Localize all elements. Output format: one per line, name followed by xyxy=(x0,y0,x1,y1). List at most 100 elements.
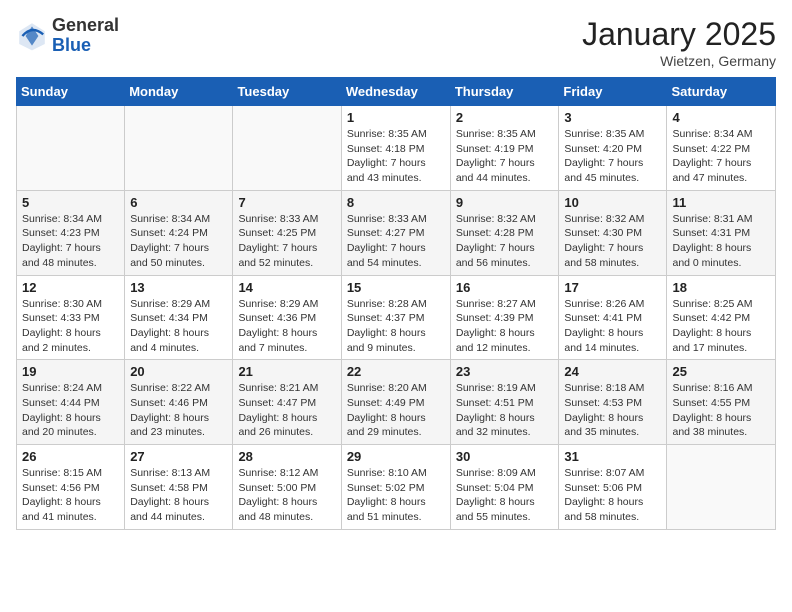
calendar-week-5: 26Sunrise: 8:15 AM Sunset: 4:56 PM Dayli… xyxy=(17,445,776,530)
calendar-cell xyxy=(233,106,341,191)
calendar-week-4: 19 Sunrise: 8:24 AM Sunset: 4:44 PM Dayli… xyxy=(17,360,776,445)
day-number: 4 xyxy=(672,110,770,125)
day-info: Sunrise: 8:20 AM Sunset: 4:49 PM Dayligh… xyxy=(347,381,445,440)
day-info: Sunrise: 8:21 AM Sunset: 4:47 PM Dayligh… xyxy=(238,381,335,440)
day-number: 30 xyxy=(456,449,554,464)
calendar-cell: 24 Sunrise: 8:18 AM Sunset: 4:53 PM Dayli… xyxy=(559,360,667,445)
day-info: Sunrise: 8:16 AM Sunset: 4:55 PM Dayligh… xyxy=(672,381,770,440)
day-number: 21 xyxy=(238,364,335,379)
day-header-monday: Monday xyxy=(125,78,233,106)
day-number: 22 xyxy=(347,364,445,379)
calendar-cell: 14Sunrise: 8:29 AM Sunset: 4:36 PM Dayli… xyxy=(233,275,341,360)
day-number: 27 xyxy=(130,449,227,464)
calendar-cell: 9 Sunrise: 8:32 AM Sunset: 4:28 PM Daylig… xyxy=(450,190,559,275)
day-info: Sunrise: 8:32 AM Sunset: 4:28 PM Dayligh… xyxy=(456,212,554,271)
day-info: Sunrise: 8:34 AM Sunset: 4:24 PM Dayligh… xyxy=(130,212,227,271)
calendar-cell: 25 Sunrise: 8:16 AM Sunset: 4:55 PM Dayli… xyxy=(667,360,776,445)
day-info: Sunrise: 8:28 AM Sunset: 4:37 PM Dayligh… xyxy=(347,297,445,356)
day-info: Sunrise: 8:09 AM Sunset: 5:04 PM Dayligh… xyxy=(456,466,554,525)
calendar-cell: 22 Sunrise: 8:20 AM Sunset: 4:49 PM Dayli… xyxy=(341,360,450,445)
calendar-cell: 18 Sunrise: 8:25 AM Sunset: 4:42 PM Dayli… xyxy=(667,275,776,360)
day-info: Sunrise: 8:35 AM Sunset: 4:20 PM Dayligh… xyxy=(564,127,661,186)
day-info: Sunrise: 8:34 AM Sunset: 4:22 PM Dayligh… xyxy=(672,127,770,186)
calendar-cell: 2 Sunrise: 8:35 AM Sunset: 4:19 PM Daylig… xyxy=(450,106,559,191)
day-number: 10 xyxy=(564,195,661,210)
day-number: 29 xyxy=(347,449,445,464)
day-number: 23 xyxy=(456,364,554,379)
day-info: Sunrise: 8:18 AM Sunset: 4:53 PM Dayligh… xyxy=(564,381,661,440)
calendar-cell: 21 Sunrise: 8:21 AM Sunset: 4:47 PM Dayli… xyxy=(233,360,341,445)
day-info: Sunrise: 8:34 AM Sunset: 4:23 PM Dayligh… xyxy=(22,212,119,271)
day-number: 15 xyxy=(347,280,445,295)
logo-blue: Blue xyxy=(52,35,91,55)
month-title: January 2025 xyxy=(582,16,776,53)
day-number: 25 xyxy=(672,364,770,379)
day-header-wednesday: Wednesday xyxy=(341,78,450,106)
calendar-cell: 5 Sunrise: 8:34 AM Sunset: 4:23 PM Daylig… xyxy=(17,190,125,275)
day-number: 19 xyxy=(22,364,119,379)
calendar-cell: 12 Sunrise: 8:30 AM Sunset: 4:33 PM Dayli… xyxy=(17,275,125,360)
day-number: 31 xyxy=(564,449,661,464)
calendar-week-2: 5 Sunrise: 8:34 AM Sunset: 4:23 PM Daylig… xyxy=(17,190,776,275)
day-header-tuesday: Tuesday xyxy=(233,78,341,106)
day-info: Sunrise: 8:13 AM Sunset: 4:58 PM Dayligh… xyxy=(130,466,227,525)
calendar-cell: 15 Sunrise: 8:28 AM Sunset: 4:37 PM Dayli… xyxy=(341,275,450,360)
day-number: 9 xyxy=(456,195,554,210)
calendar-cell: 26Sunrise: 8:15 AM Sunset: 4:56 PM Dayli… xyxy=(17,445,125,530)
calendar-cell xyxy=(125,106,233,191)
calendar-cell: 20 Sunrise: 8:22 AM Sunset: 4:46 PM Dayli… xyxy=(125,360,233,445)
day-number: 14 xyxy=(238,280,335,295)
day-info: Sunrise: 8:07 AM Sunset: 5:06 PM Dayligh… xyxy=(564,466,661,525)
day-info: Sunrise: 8:24 AM Sunset: 4:44 PM Dayligh… xyxy=(22,381,119,440)
calendar-cell: 27 Sunrise: 8:13 AM Sunset: 4:58 PM Dayli… xyxy=(125,445,233,530)
day-number: 3 xyxy=(564,110,661,125)
logo-text: General Blue xyxy=(52,16,119,56)
day-info: Sunrise: 8:33 AM Sunset: 4:25 PM Dayligh… xyxy=(238,212,335,271)
day-number: 12 xyxy=(22,280,119,295)
calendar-cell: 13 Sunrise: 8:29 AM Sunset: 4:34 PM Dayli… xyxy=(125,275,233,360)
logo: General Blue xyxy=(16,16,119,56)
day-info: Sunrise: 8:35 AM Sunset: 4:19 PM Dayligh… xyxy=(456,127,554,186)
day-number: 13 xyxy=(130,280,227,295)
day-number: 6 xyxy=(130,195,227,210)
calendar-cell xyxy=(17,106,125,191)
day-number: 17 xyxy=(564,280,661,295)
calendar-cell: 3 Sunrise: 8:35 AM Sunset: 4:20 PM Daylig… xyxy=(559,106,667,191)
day-info: Sunrise: 8:30 AM Sunset: 4:33 PM Dayligh… xyxy=(22,297,119,356)
day-number: 18 xyxy=(672,280,770,295)
calendar-cell: 4 Sunrise: 8:34 AM Sunset: 4:22 PM Daylig… xyxy=(667,106,776,191)
day-number: 24 xyxy=(564,364,661,379)
day-number: 8 xyxy=(347,195,445,210)
day-number: 16 xyxy=(456,280,554,295)
calendar-cell: 8 Sunrise: 8:33 AM Sunset: 4:27 PM Daylig… xyxy=(341,190,450,275)
calendar-cell: 30 Sunrise: 8:09 AM Sunset: 5:04 PM Dayli… xyxy=(450,445,559,530)
day-number: 5 xyxy=(22,195,119,210)
calendar-cell: 31 Sunrise: 8:07 AM Sunset: 5:06 PM Dayli… xyxy=(559,445,667,530)
calendar-cell: 6 Sunrise: 8:34 AM Sunset: 4:24 PM Daylig… xyxy=(125,190,233,275)
day-info: Sunrise: 8:27 AM Sunset: 4:39 PM Dayligh… xyxy=(456,297,554,356)
day-info: Sunrise: 8:19 AM Sunset: 4:51 PM Dayligh… xyxy=(456,381,554,440)
day-number: 2 xyxy=(456,110,554,125)
day-info: Sunrise: 8:29 AM Sunset: 4:34 PM Dayligh… xyxy=(130,297,227,356)
day-info: Sunrise: 8:22 AM Sunset: 4:46 PM Dayligh… xyxy=(130,381,227,440)
calendar-cell: 28Sunrise: 8:12 AM Sunset: 5:00 PM Dayli… xyxy=(233,445,341,530)
calendar-cell: 17 Sunrise: 8:26 AM Sunset: 4:41 PM Dayli… xyxy=(559,275,667,360)
day-info: Sunrise: 8:26 AM Sunset: 4:41 PM Dayligh… xyxy=(564,297,661,356)
day-header-sunday: Sunday xyxy=(17,78,125,106)
day-header-saturday: Saturday xyxy=(667,78,776,106)
day-number: 20 xyxy=(130,364,227,379)
calendar-cell: 16 Sunrise: 8:27 AM Sunset: 4:39 PM Dayli… xyxy=(450,275,559,360)
calendar-cell: 19 Sunrise: 8:24 AM Sunset: 4:44 PM Dayli… xyxy=(17,360,125,445)
logo-general: General xyxy=(52,15,119,35)
day-info: Sunrise: 8:10 AM Sunset: 5:02 PM Dayligh… xyxy=(347,466,445,525)
day-number: 7 xyxy=(238,195,335,210)
day-number: 26 xyxy=(22,449,119,464)
day-number: 11 xyxy=(672,195,770,210)
calendar-cell xyxy=(667,445,776,530)
page-header: General Blue January 2025 Wietzen, Germa… xyxy=(16,16,776,69)
day-header-thursday: Thursday xyxy=(450,78,559,106)
day-info: Sunrise: 8:33 AM Sunset: 4:27 PM Dayligh… xyxy=(347,212,445,271)
logo-icon xyxy=(16,20,48,52)
day-info: Sunrise: 8:25 AM Sunset: 4:42 PM Dayligh… xyxy=(672,297,770,356)
day-info: Sunrise: 8:31 AM Sunset: 4:31 PM Dayligh… xyxy=(672,212,770,271)
